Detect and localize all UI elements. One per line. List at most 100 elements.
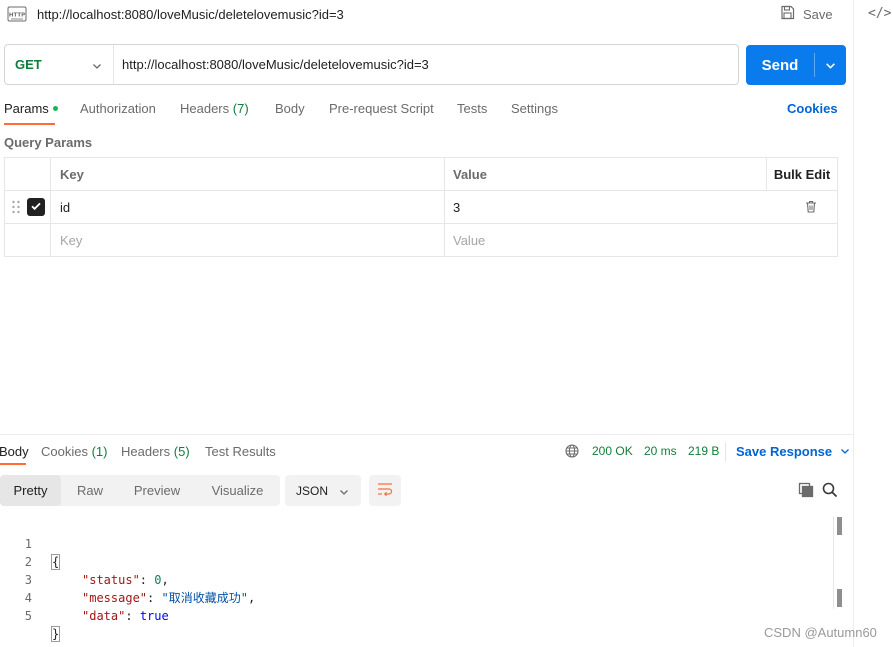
response-tab-headers[interactable]: Headers (5)	[121, 444, 190, 459]
code-line: 3 "message": "取消收藏成功",	[0, 553, 255, 605]
json-value-message: "取消收藏成功"	[161, 591, 248, 605]
code-line: 5 }	[0, 589, 61, 642]
json-open-brace: {	[50, 554, 61, 570]
response-active-tab-indicator	[0, 463, 26, 465]
code-content: {	[50, 553, 61, 571]
tab-tests[interactable]: Tests	[457, 101, 487, 116]
query-params-table: Key Value Bulk Edit id 3 Key Value	[4, 157, 838, 257]
chevron-down-icon	[92, 59, 102, 74]
column-header-value: Value	[444, 158, 766, 190]
view-pretty[interactable]: Pretty	[0, 475, 61, 506]
tab-settings[interactable]: Settings	[511, 101, 558, 116]
tab-prerequest-script[interactable]: Pre-request Script	[329, 101, 434, 116]
response-tab-headers-label: Headers	[121, 444, 171, 459]
scrollbar-thumb-bottom[interactable]	[837, 589, 842, 607]
code-line: 2 "status": 0,	[0, 535, 169, 587]
send-label: Send	[761, 56, 799, 74]
bulk-edit-button[interactable]: Bulk Edit	[766, 158, 837, 190]
tab-params-label: Params	[4, 101, 49, 116]
http-icon: HTTP	[7, 4, 27, 24]
response-divider[interactable]	[0, 434, 853, 435]
table-row: id 3	[5, 191, 837, 224]
tab-params[interactable]: Params	[4, 101, 58, 116]
json-close-brace: }	[50, 626, 61, 642]
response-status[interactable]: 200 OK	[592, 444, 633, 458]
tab-headers-count: (7)	[232, 101, 249, 116]
format-select[interactable]: JSON	[285, 475, 361, 506]
param-value-cell[interactable]: 3	[444, 191, 766, 223]
response-tab-cookies[interactable]: Cookies (1)	[41, 444, 107, 459]
cookies-link[interactable]: Cookies	[787, 101, 838, 116]
response-tabs: Body Cookies (1) Headers (5) Test Result…	[0, 442, 853, 465]
new-value-placeholder[interactable]: Value	[444, 224, 766, 256]
tab-authorization[interactable]: Authorization	[80, 101, 156, 116]
new-key-placeholder[interactable]: Key	[50, 224, 444, 256]
code-line: 4 "data": true	[0, 571, 169, 623]
view-mode-selector: Pretty Raw Preview Visualize	[0, 475, 280, 506]
wrap-lines-icon	[377, 482, 393, 499]
response-tab-body[interactable]: Body	[0, 444, 29, 459]
json-value-data: true	[139, 609, 169, 623]
search-icon[interactable]	[822, 482, 838, 501]
json-key-data: "data"	[82, 609, 126, 623]
code-content: "status": 0,	[82, 573, 169, 587]
scrollbar-thumb-top[interactable]	[837, 517, 842, 535]
method-divider	[113, 45, 114, 84]
drag-handle-icon[interactable]	[11, 200, 21, 217]
view-visualize[interactable]: Visualize	[195, 475, 280, 506]
json-value-status: 0	[154, 573, 162, 587]
table-header-row: Key Value Bulk Edit	[5, 158, 837, 191]
code-content: "message": "取消收藏成功",	[82, 591, 256, 605]
request-title: http://localhost:8080/loveMusic/deletelo…	[37, 7, 344, 22]
send-button[interactable]: Send	[746, 45, 846, 85]
response-size[interactable]: 219 B	[688, 444, 719, 458]
copy-icon[interactable]	[798, 482, 814, 501]
save-label: Save	[803, 6, 833, 22]
line-number: 5	[24, 609, 32, 623]
request-bar: GET	[4, 44, 739, 85]
params-active-dot	[52, 106, 58, 112]
save-button[interactable]: Save	[780, 5, 833, 23]
svg-text:HTTP: HTTP	[9, 13, 25, 19]
save-response-label: Save Response	[736, 444, 833, 459]
request-tabs: Params Authorization Headers (7) Body Pr…	[0, 96, 853, 126]
response-body-viewer[interactable]: 1 { 2 "status": 0, 3 "message": "取消收藏成功"…	[0, 517, 830, 642]
url-input[interactable]	[122, 53, 722, 75]
response-tab-cookies-count: (1)	[91, 444, 108, 459]
globe-icon[interactable]	[565, 444, 579, 461]
query-params-title: Query Params	[4, 135, 93, 150]
response-tab-cookies-label: Cookies	[41, 444, 88, 459]
json-key-message: "message"	[82, 591, 148, 605]
view-raw[interactable]: Raw	[61, 475, 119, 506]
code-content: }	[50, 625, 61, 643]
param-enabled-checkbox[interactable]	[27, 198, 45, 216]
code-content: "data": true	[82, 609, 169, 623]
title-bar: HTTP http://localhost:8080/loveMusic/del…	[0, 0, 853, 30]
active-tab-indicator	[4, 123, 55, 125]
save-icon	[780, 5, 795, 23]
format-label: JSON	[296, 483, 329, 498]
column-header-key: Key	[50, 158, 444, 190]
code-line: 1 {	[0, 517, 61, 570]
send-options-chevron-down-icon[interactable]	[815, 45, 846, 85]
save-response-button[interactable]: Save Response	[736, 444, 850, 459]
tab-headers[interactable]: Headers (7)	[180, 101, 249, 116]
method-select[interactable]: GET	[5, 45, 113, 84]
method-label: GET	[15, 57, 42, 72]
watermark: CSDN @Autumn60	[764, 625, 877, 640]
chevron-down-icon	[840, 444, 850, 459]
right-sidebar: </>	[853, 0, 893, 647]
response-tab-test-results[interactable]: Test Results	[205, 444, 276, 459]
response-meta-divider	[725, 442, 726, 462]
response-tab-headers-count: (5)	[173, 444, 190, 459]
tab-headers-label: Headers	[180, 101, 230, 116]
param-key-cell[interactable]: id	[50, 191, 444, 223]
code-scrollbar-track[interactable]	[833, 517, 834, 609]
trash-icon[interactable]	[805, 200, 817, 216]
view-preview[interactable]: Preview	[119, 475, 195, 506]
code-icon[interactable]: </>	[868, 6, 891, 21]
tab-body[interactable]: Body	[275, 101, 305, 116]
response-time[interactable]: 20 ms	[644, 444, 677, 458]
json-key-status: "status"	[82, 573, 140, 587]
wrap-lines-button[interactable]	[369, 475, 401, 506]
